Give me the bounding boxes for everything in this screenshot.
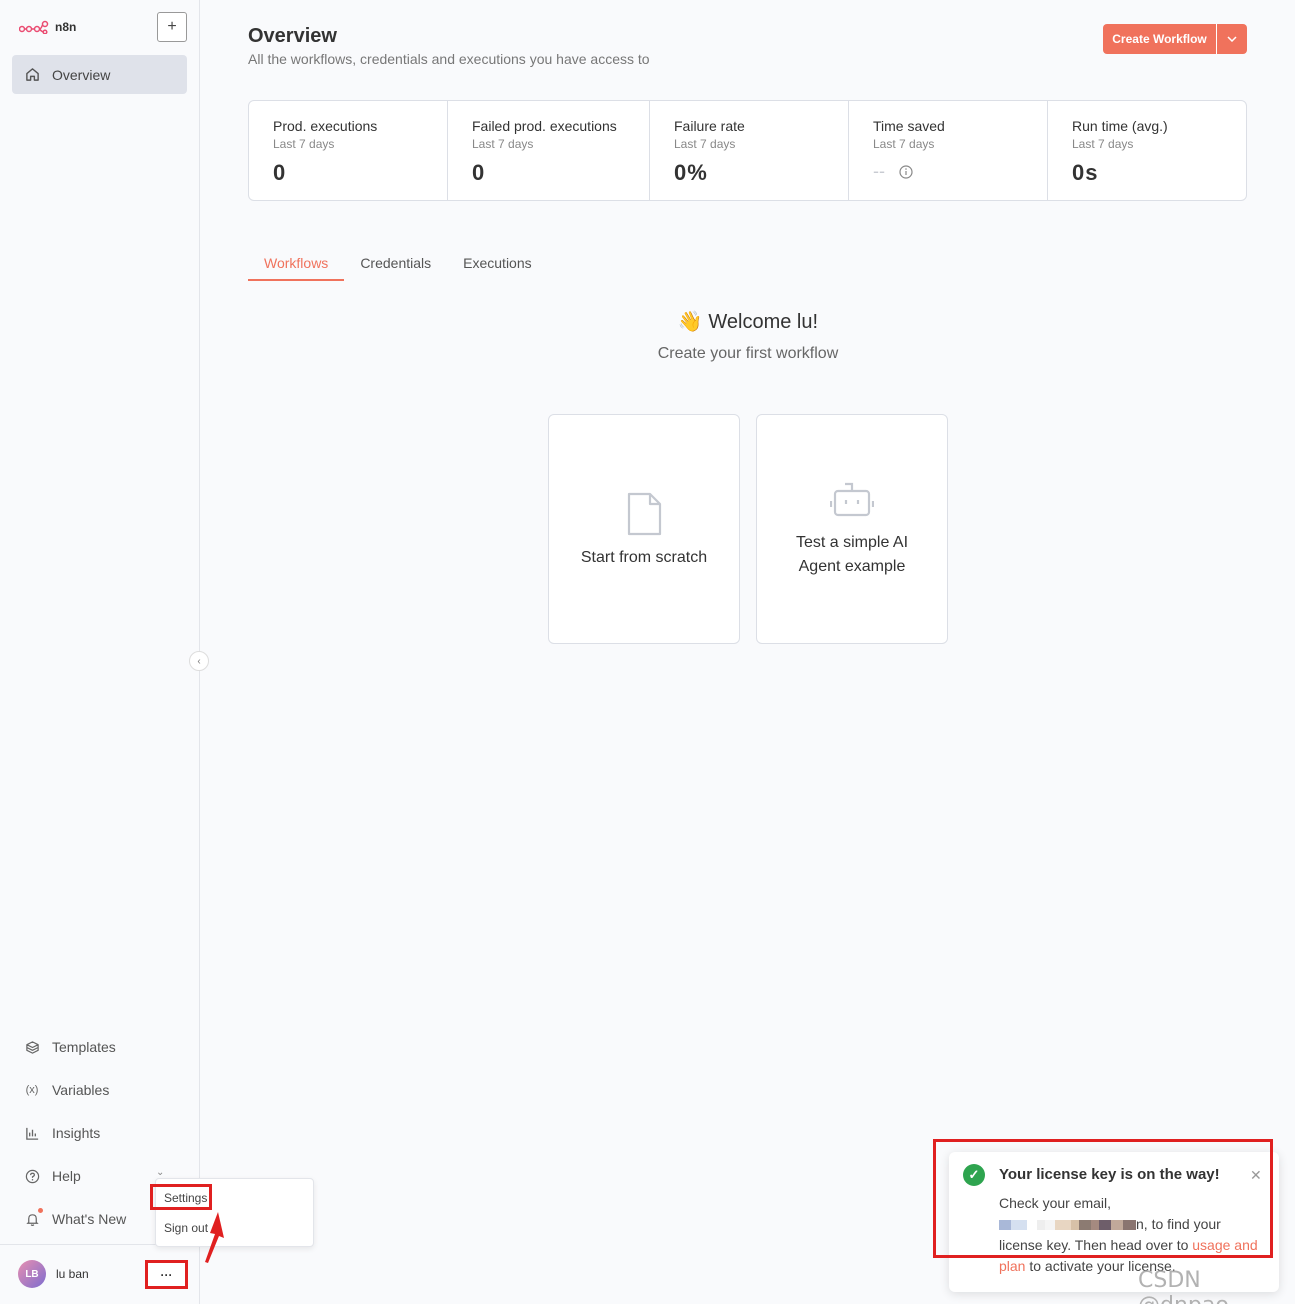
chevron-down-icon[interactable] xyxy=(1217,24,1247,54)
create-workflow-button[interactable]: Create Workflow xyxy=(1103,24,1247,54)
stat-run-time[interactable]: Run time (avg.) Last 7 days 0s xyxy=(1048,101,1246,200)
user-name: lu ban xyxy=(56,1267,89,1281)
stat-time-saved[interactable]: Time saved Last 7 days -- xyxy=(849,101,1048,200)
stat-title: Prod. executions xyxy=(273,118,378,134)
sidebar-item-help[interactable]: Help xyxy=(24,1168,81,1184)
stat-period: Last 7 days xyxy=(1072,137,1134,151)
sidebar-item-templates[interactable]: Templates xyxy=(24,1039,116,1055)
box-icon xyxy=(24,1039,40,1055)
user-menu-popup: Settings Sign out xyxy=(150,1178,314,1247)
stat-title: Run time (avg.) xyxy=(1072,118,1168,134)
plus-icon: + xyxy=(167,18,177,35)
stat-period: Last 7 days xyxy=(273,137,335,151)
stat-value: -- xyxy=(873,161,885,181)
stats-panel: Prod. executions Last 7 days 0 Failed pr… xyxy=(248,100,1247,201)
card-label: Start from scratch xyxy=(580,549,708,566)
ai-agent-example-card[interactable]: Test a simple AI Agent example xyxy=(756,414,948,644)
n8n-logo[interactable]: n8n xyxy=(19,20,76,34)
tabs: Workflows Credentials Executions xyxy=(248,250,548,281)
sidebar-item-label: What's New xyxy=(52,1211,127,1227)
start-from-scratch-card[interactable]: Start from scratch xyxy=(548,414,740,644)
sidebar-item-label: Overview xyxy=(52,66,111,83)
welcome-title: Welcome lu! xyxy=(708,311,819,333)
close-icon[interactable]: ✕ xyxy=(1250,1167,1262,1184)
stat-value: 0 xyxy=(273,160,287,185)
sidebar-item-insights[interactable]: Insights xyxy=(24,1125,100,1141)
more-icon: ··· xyxy=(160,1267,173,1282)
check-icon: ✓ xyxy=(963,1164,985,1186)
page-title: Overview xyxy=(248,25,337,47)
toast-line: n, to find your xyxy=(1136,1216,1221,1232)
help-icon xyxy=(24,1168,40,1184)
sidebar-item-variables[interactable]: (x) Variables xyxy=(24,1082,110,1098)
annotation-arrow xyxy=(205,1212,224,1263)
highlight-box xyxy=(150,1184,212,1210)
chevron-left-icon: ‹ xyxy=(197,655,201,667)
home-icon xyxy=(26,68,39,81)
sidebar-item-label: Insights xyxy=(52,1125,101,1141)
welcome-subtitle: Create your first workflow xyxy=(657,345,839,362)
avatar: LB xyxy=(18,1260,46,1288)
sidebar-item-label: Help xyxy=(52,1168,81,1184)
sidebar: n8n + Overview Templates (x) Variables I… xyxy=(0,0,209,1304)
stat-failure-rate[interactable]: Failure rate Last 7 days 0% xyxy=(650,101,849,200)
collapse-sidebar-button[interactable]: ‹ xyxy=(189,651,209,671)
tab-workflows[interactable]: Workflows xyxy=(248,250,345,281)
logo-text: n8n xyxy=(55,20,77,34)
sidebar-item-whats-new[interactable]: What's New xyxy=(24,1208,127,1227)
chevron-down-icon: ⌄ xyxy=(156,1167,165,1178)
stat-prod-executions[interactable]: Prod. executions Last 7 days 0 xyxy=(249,101,448,200)
welcome-heading: 👋 Welcome lu! xyxy=(548,309,948,334)
wave-emoji: 👋 xyxy=(677,311,703,333)
toast-line: Check your email, xyxy=(999,1195,1112,1211)
stat-period: Last 7 days xyxy=(674,137,736,151)
stat-period: Last 7 days xyxy=(472,137,534,151)
toast-line: license key. Then head over to xyxy=(999,1237,1193,1253)
watermark: CSDN @dnpao xyxy=(1138,1268,1229,1304)
sidebar-item-label: Templates xyxy=(52,1039,116,1055)
stat-title: Time saved xyxy=(873,118,945,134)
user-profile[interactable]: LB lu ban xyxy=(18,1260,89,1288)
stat-period: Last 7 days xyxy=(873,137,935,151)
info-icon[interactable] xyxy=(899,164,913,179)
create-workflow-label[interactable]: Create Workflow xyxy=(1103,24,1217,54)
sidebar-item-label: Variables xyxy=(52,1082,110,1098)
tab-executions[interactable]: Executions xyxy=(447,250,547,281)
add-new-button[interactable]: + xyxy=(157,12,187,42)
chart-icon xyxy=(24,1125,40,1141)
n8n-logo-icon xyxy=(19,20,49,34)
tab-credentials[interactable]: Credentials xyxy=(344,250,447,281)
sidebar-item-overview[interactable]: Overview xyxy=(12,55,187,94)
variable-icon: (x) xyxy=(25,1084,39,1096)
stat-title: Failure rate xyxy=(674,118,745,134)
stat-failed-executions[interactable]: Failed prod. executions Last 7 days 0 xyxy=(448,101,650,200)
robot-icon xyxy=(830,482,874,517)
toast-body: Check your email, n, to find your licens… xyxy=(999,1193,1264,1277)
file-icon xyxy=(627,492,662,536)
card-label: Test a simple AI Agent example xyxy=(795,534,909,575)
bell-icon xyxy=(24,1208,43,1227)
user-menu-button[interactable]: ··· xyxy=(145,1260,188,1289)
redacted-email xyxy=(999,1220,1136,1231)
stat-title: Failed prod. executions xyxy=(472,118,617,134)
toast-title: Your license key is on the way! xyxy=(999,1166,1220,1183)
page-subtitle: All the workflows, credentials and execu… xyxy=(248,51,650,67)
stat-value: 0% xyxy=(674,160,708,185)
stat-value: 0s xyxy=(1072,160,1099,185)
stat-value: 0 xyxy=(472,160,486,185)
